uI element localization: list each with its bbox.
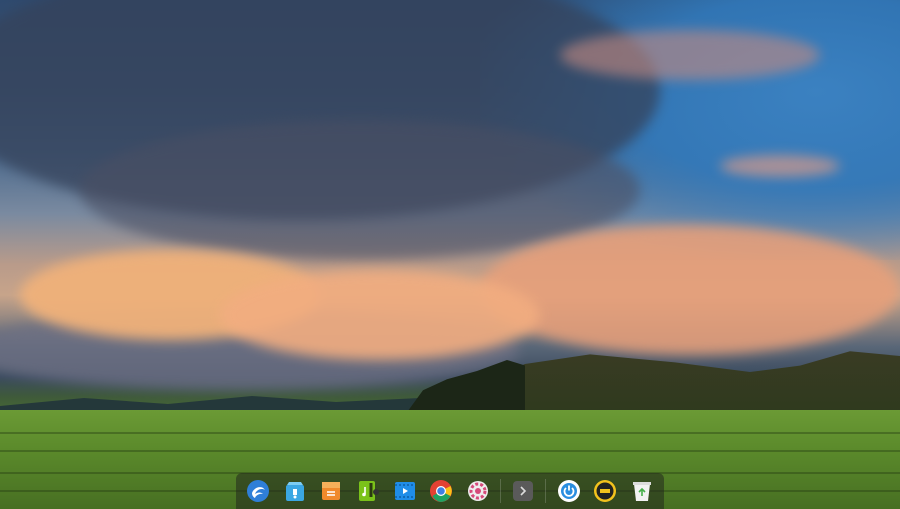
dock-item-video-player[interactable] bbox=[388, 473, 422, 509]
dock-item-launcher[interactable] bbox=[242, 473, 276, 509]
sunlit-cloud bbox=[480, 225, 900, 355]
cloud-wisp bbox=[560, 30, 820, 80]
clock-icon bbox=[594, 480, 617, 502]
video-player-icon bbox=[394, 482, 415, 500]
sunlit-cloud bbox=[220, 270, 540, 360]
file-manager-icon bbox=[322, 482, 341, 500]
dock-item-trash[interactable] bbox=[625, 473, 659, 509]
dock-item-show-more[interactable] bbox=[506, 473, 540, 509]
dock-item-chrome[interactable] bbox=[424, 473, 458, 509]
dock-item-clock[interactable] bbox=[588, 473, 622, 509]
chrome-browser-icon bbox=[430, 480, 453, 502]
dock bbox=[236, 473, 664, 509]
dock-item-music-player[interactable] bbox=[351, 473, 385, 509]
desktop-wallpaper bbox=[0, 0, 900, 509]
dock-separator bbox=[499, 479, 501, 503]
show-more-icon bbox=[513, 481, 534, 501]
field-furrow bbox=[0, 450, 900, 452]
dock-item-settings[interactable] bbox=[461, 473, 495, 509]
dock-separator bbox=[545, 479, 547, 503]
dock-item-file-manager[interactable] bbox=[315, 473, 349, 509]
dock-item-app-store[interactable] bbox=[278, 473, 312, 509]
dock-item-power[interactable] bbox=[552, 473, 586, 509]
settings-icon bbox=[467, 481, 488, 501]
trash-icon bbox=[632, 482, 651, 501]
cloud-wisp bbox=[720, 155, 840, 177]
power-icon bbox=[557, 480, 580, 502]
field-furrow bbox=[0, 432, 900, 434]
launcher-icon bbox=[247, 480, 270, 502]
app-store-icon bbox=[285, 482, 304, 501]
music-player-icon bbox=[358, 481, 379, 501]
